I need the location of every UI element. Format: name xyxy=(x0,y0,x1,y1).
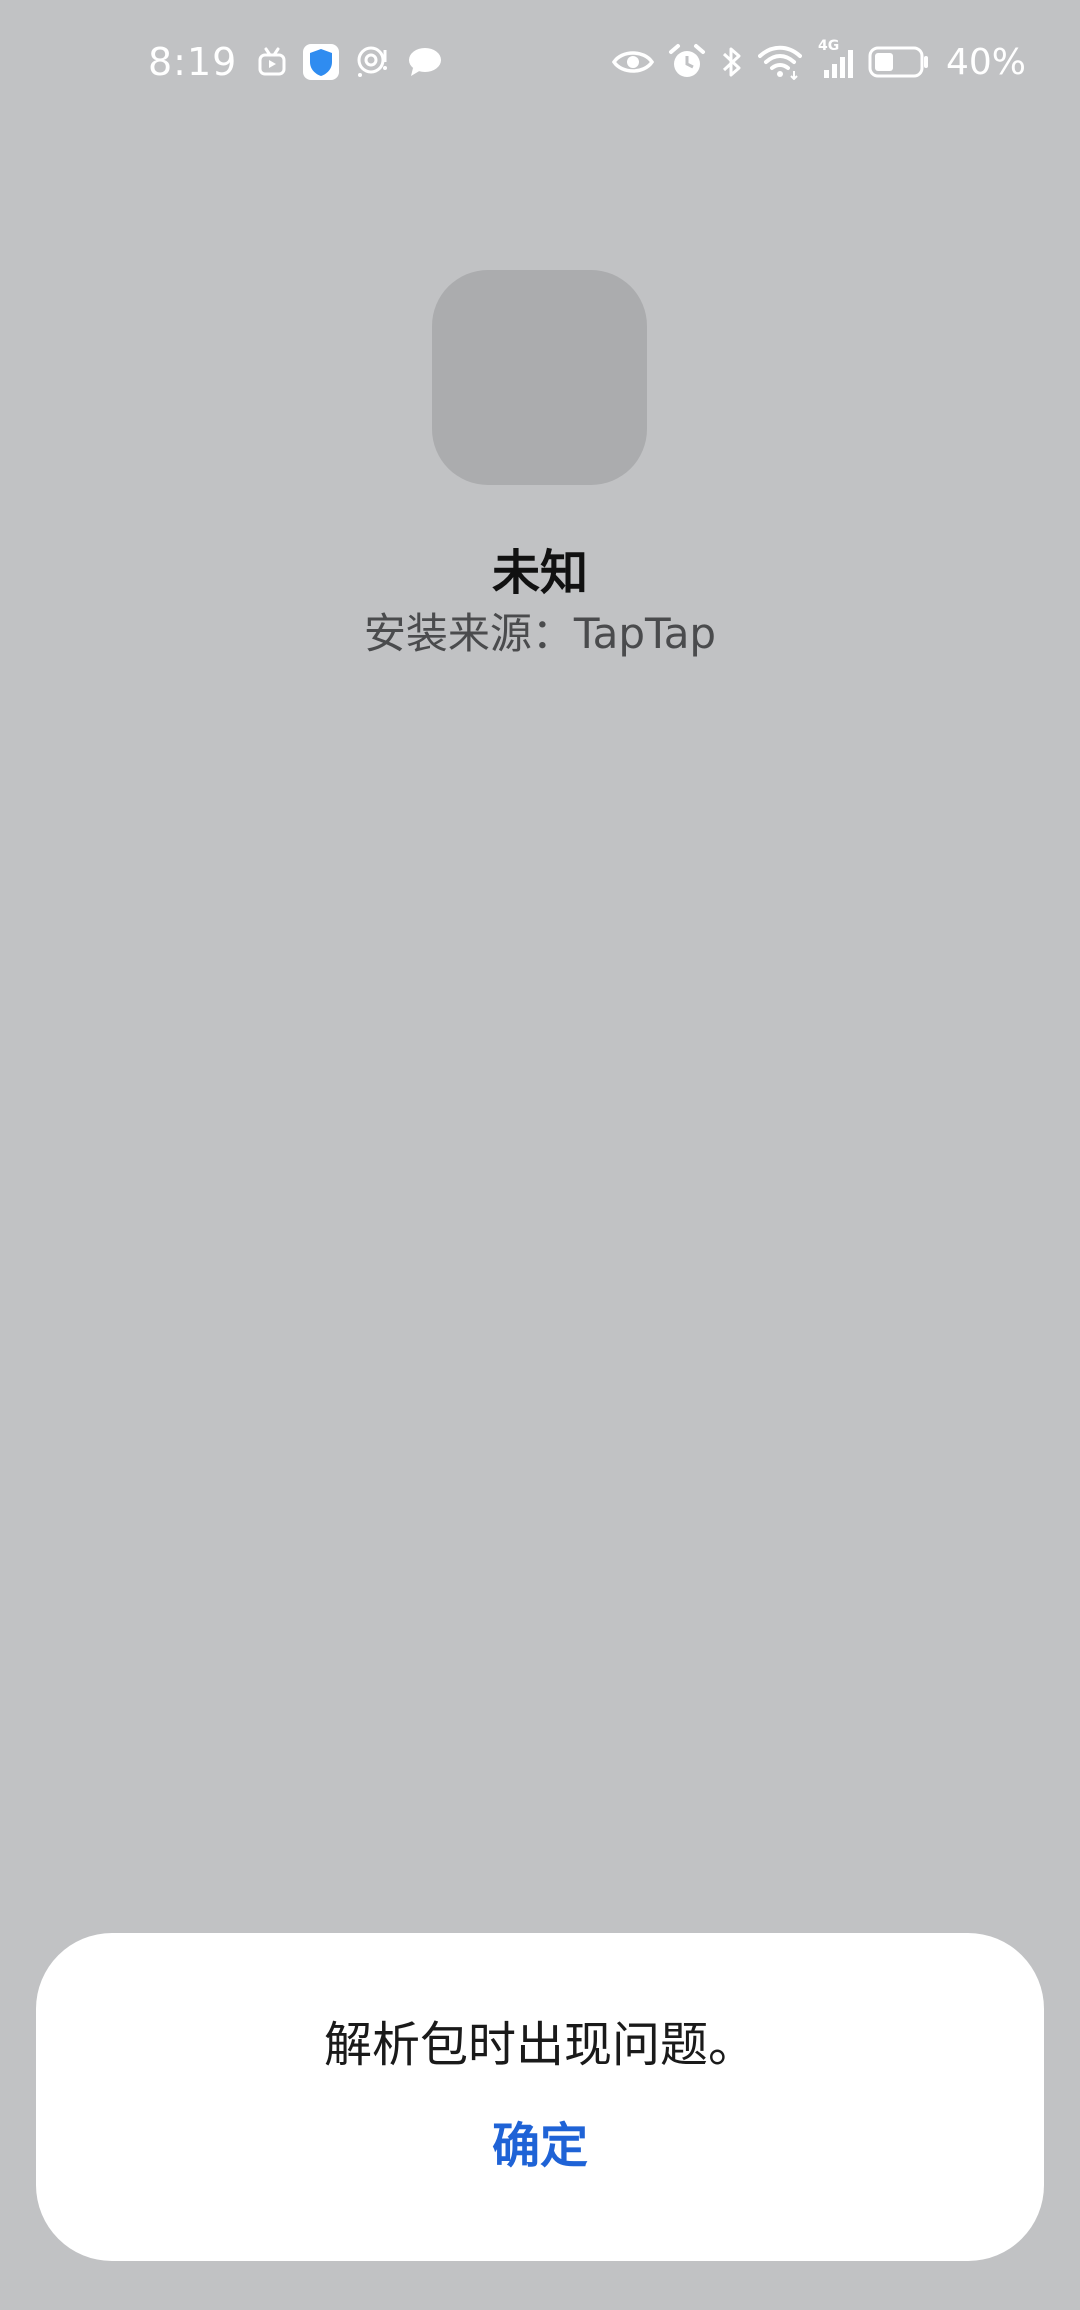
battery-icon xyxy=(868,45,930,79)
network-type-label: 4G xyxy=(817,38,840,54)
status-left-group: 8:19 xyxy=(148,36,443,88)
shield-icon xyxy=(303,44,340,80)
dialog-message: 解析包时出现问题。 xyxy=(323,2017,756,2073)
app-icon-placeholder xyxy=(432,270,647,485)
status-time: 8:19 xyxy=(148,40,238,84)
status-bar: 8:19 4G 40% xyxy=(0,0,1080,125)
install-source: 安装来源：TapTap xyxy=(363,609,717,658)
chat-bubble-icon xyxy=(407,46,443,78)
target-icon xyxy=(355,44,391,80)
battery-percentage: 40% xyxy=(945,41,1026,83)
status-right-group: 4G 40% xyxy=(611,36,1026,88)
app-name: 未知 xyxy=(491,545,588,601)
bluetooth-icon xyxy=(720,44,744,80)
eye-icon xyxy=(611,47,654,77)
wifi-icon xyxy=(757,44,802,80)
error-dialog: 解析包时出现问题。 确定 xyxy=(36,1933,1044,2261)
signal-icon: 4G xyxy=(816,38,854,80)
confirm-button[interactable]: 确定 xyxy=(440,2111,640,2181)
tv-icon xyxy=(257,47,287,77)
alarm-icon xyxy=(668,43,706,81)
